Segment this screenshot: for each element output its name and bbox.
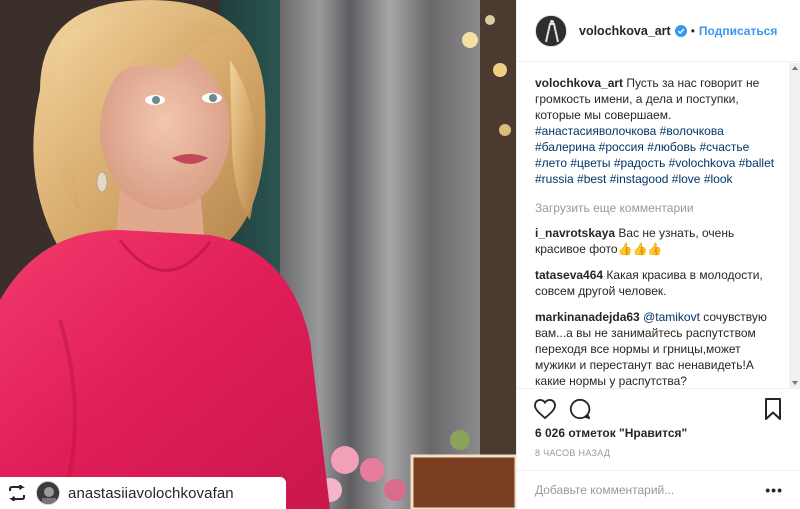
post-photo[interactable]: anastasiiavolochkovafan [0, 0, 516, 509]
hashtag-link[interactable]: #лето [535, 156, 567, 170]
follow-button[interactable]: Подписаться [699, 24, 777, 38]
add-comment-bar: ••• [517, 470, 800, 509]
comment-bubble-icon[interactable] [568, 397, 592, 421]
repost-username[interactable]: anastasiiavolochkovafan [68, 485, 234, 502]
post-actions-bar [517, 388, 800, 428]
caption-username[interactable]: volochkova_art [535, 76, 623, 90]
hashtag-link[interactable]: #балерина [535, 140, 595, 154]
scroll-up-arrow-icon[interactable] [792, 66, 798, 70]
comment-mention-link[interactable]: @tamikovt [643, 310, 700, 324]
caption-hashtags: #анастасияволочкова #волочкова #балерина… [535, 124, 774, 186]
comment-item: markinanadejda63 @tamikovt сочувствую ва… [535, 309, 779, 388]
hashtag-link[interactable]: #счастье [699, 140, 749, 154]
hashtag-link[interactable]: #анастасияволочкова [535, 124, 656, 138]
verified-badge-icon [674, 24, 687, 37]
repost-icon [6, 484, 28, 502]
post-timestamp[interactable]: 8 ЧАСОВ НАЗАД [535, 448, 610, 458]
hashtag-link[interactable]: #volochkova [669, 156, 736, 170]
portrait-image [0, 0, 516, 509]
hashtag-link[interactable]: #россия [599, 140, 644, 154]
comment-item: tataseva464 Какая красива в молодости, с… [535, 267, 779, 299]
load-more-comments-link[interactable]: Загрузить еще комментарии [535, 201, 779, 215]
comment-item: i_navrotskaya Вас не узнать, очень краси… [535, 225, 779, 257]
hashtag-link[interactable]: #russia [535, 172, 574, 186]
hashtag-link[interactable]: #look [704, 172, 733, 186]
heart-icon[interactable] [533, 397, 557, 421]
hashtag-link[interactable]: #love [672, 172, 701, 186]
comment-username[interactable]: markinanadejda63 [535, 310, 640, 324]
header-separator: • [690, 23, 695, 38]
hashtag-link[interactable]: #ballet [739, 156, 774, 170]
hashtag-link[interactable]: #цветы [570, 156, 610, 170]
post-side-panel: volochkova_art • Подписаться volochkova_… [516, 0, 800, 509]
repost-attribution[interactable]: anastasiiavolochkovafan [0, 477, 286, 509]
comment-username[interactable]: tataseva464 [535, 268, 603, 282]
hashtag-link[interactable]: #любовь [647, 140, 696, 154]
post-header: volochkova_art • Подписаться [517, 0, 800, 62]
hashtag-link[interactable]: #волочкова [660, 124, 724, 138]
comments-list[interactable]: volochkova_art Пусть за нас говорит не г… [517, 63, 789, 388]
more-options-button[interactable]: ••• [765, 482, 783, 498]
comment-username[interactable]: i_navrotskaya [535, 226, 615, 240]
comments-scrollbar[interactable] [789, 63, 800, 388]
scroll-down-arrow-icon[interactable] [792, 381, 798, 385]
bookmark-icon[interactable] [761, 397, 785, 421]
author-username[interactable]: volochkova_art [579, 24, 671, 38]
author-avatar[interactable] [535, 14, 567, 47]
hashtag-link[interactable]: #радость [614, 156, 665, 170]
likes-count[interactable]: 6 026 отметок "Нравится" [535, 426, 687, 440]
repost-avatar[interactable] [36, 481, 60, 505]
hashtag-link[interactable]: #instagood [610, 172, 669, 186]
add-comment-input[interactable] [535, 483, 766, 497]
post-caption: volochkova_art Пусть за нас говорит не г… [535, 75, 779, 187]
hashtag-link[interactable]: #best [577, 172, 606, 186]
comment-entries: i_navrotskaya Вас не узнать, очень краси… [535, 225, 779, 388]
